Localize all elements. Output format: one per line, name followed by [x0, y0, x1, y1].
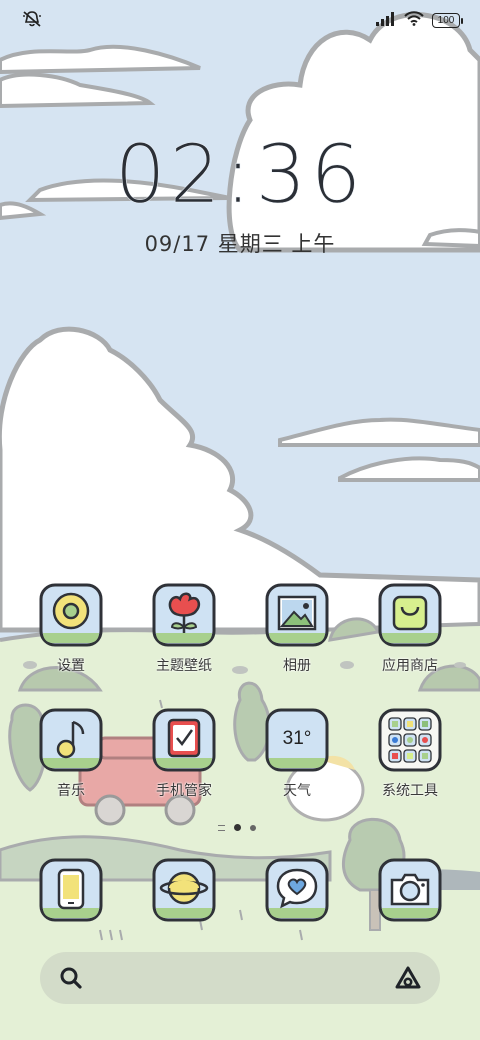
- settings-icon: [39, 583, 103, 647]
- app-music[interactable]: 音乐: [21, 708, 121, 800]
- signal-icon: [376, 11, 396, 30]
- browser-planet-icon: [152, 858, 216, 922]
- app-label: 手机管家: [156, 783, 212, 799]
- weather-temperature: 31°: [282, 728, 312, 749]
- app-label: 相册: [283, 658, 311, 674]
- dock-camera[interactable]: [360, 858, 460, 922]
- app-store[interactable]: 应用商店: [360, 583, 460, 675]
- dock-messages[interactable]: [247, 858, 347, 922]
- app-label: 主题壁纸: [156, 658, 212, 674]
- app-settings[interactable]: 设置: [21, 583, 121, 675]
- music-note-icon: [39, 708, 103, 772]
- mute-bell-icon: [22, 10, 42, 32]
- gallery-icon: [265, 583, 329, 647]
- weather-icon: 31°: [265, 708, 329, 772]
- tools-folder-icon: [378, 708, 442, 772]
- app-gallery[interactable]: 相册: [247, 583, 347, 675]
- app-label: 设置: [57, 658, 85, 674]
- status-bar: 100: [0, 0, 480, 40]
- search-bar[interactable]: [40, 952, 440, 1004]
- app-label: 天气: [283, 783, 311, 799]
- phone-icon: [39, 858, 103, 922]
- page-indicator[interactable]: [218, 824, 256, 831]
- page-dot: [250, 824, 256, 831]
- wifi-icon: [404, 11, 424, 30]
- dock-phone[interactable]: [21, 858, 121, 922]
- app-weather[interactable]: 31° 天气: [247, 708, 347, 800]
- folder-system-tools[interactable]: 系统工具: [360, 708, 460, 800]
- app-security[interactable]: 手机管家: [134, 708, 234, 800]
- home-screen: 100 02:36 09/17 星期三 上午 设置 主题壁纸 相册 应用商店 音…: [0, 0, 480, 1040]
- messages-heart-icon: [265, 858, 329, 922]
- app-theme[interactable]: 主题壁纸: [134, 583, 234, 675]
- security-check-icon: [152, 708, 216, 772]
- page-dot-active: [234, 824, 241, 831]
- clock-time[interactable]: 02:36: [0, 128, 480, 222]
- assistant-icon[interactable]: [394, 965, 422, 995]
- battery-indicator: 100: [432, 13, 463, 28]
- dock-browser[interactable]: [134, 858, 234, 922]
- theme-flower-icon: [152, 583, 216, 647]
- app-store-bag-icon: [378, 583, 442, 647]
- search-icon[interactable]: [58, 965, 84, 995]
- page-indicator-lines: [218, 824, 225, 831]
- app-label: 应用商店: [382, 658, 438, 674]
- app-label: 系统工具: [382, 783, 438, 799]
- clock-date[interactable]: 09/17 星期三 上午: [0, 228, 480, 258]
- camera-icon: [378, 858, 442, 922]
- app-label: 音乐: [57, 783, 85, 799]
